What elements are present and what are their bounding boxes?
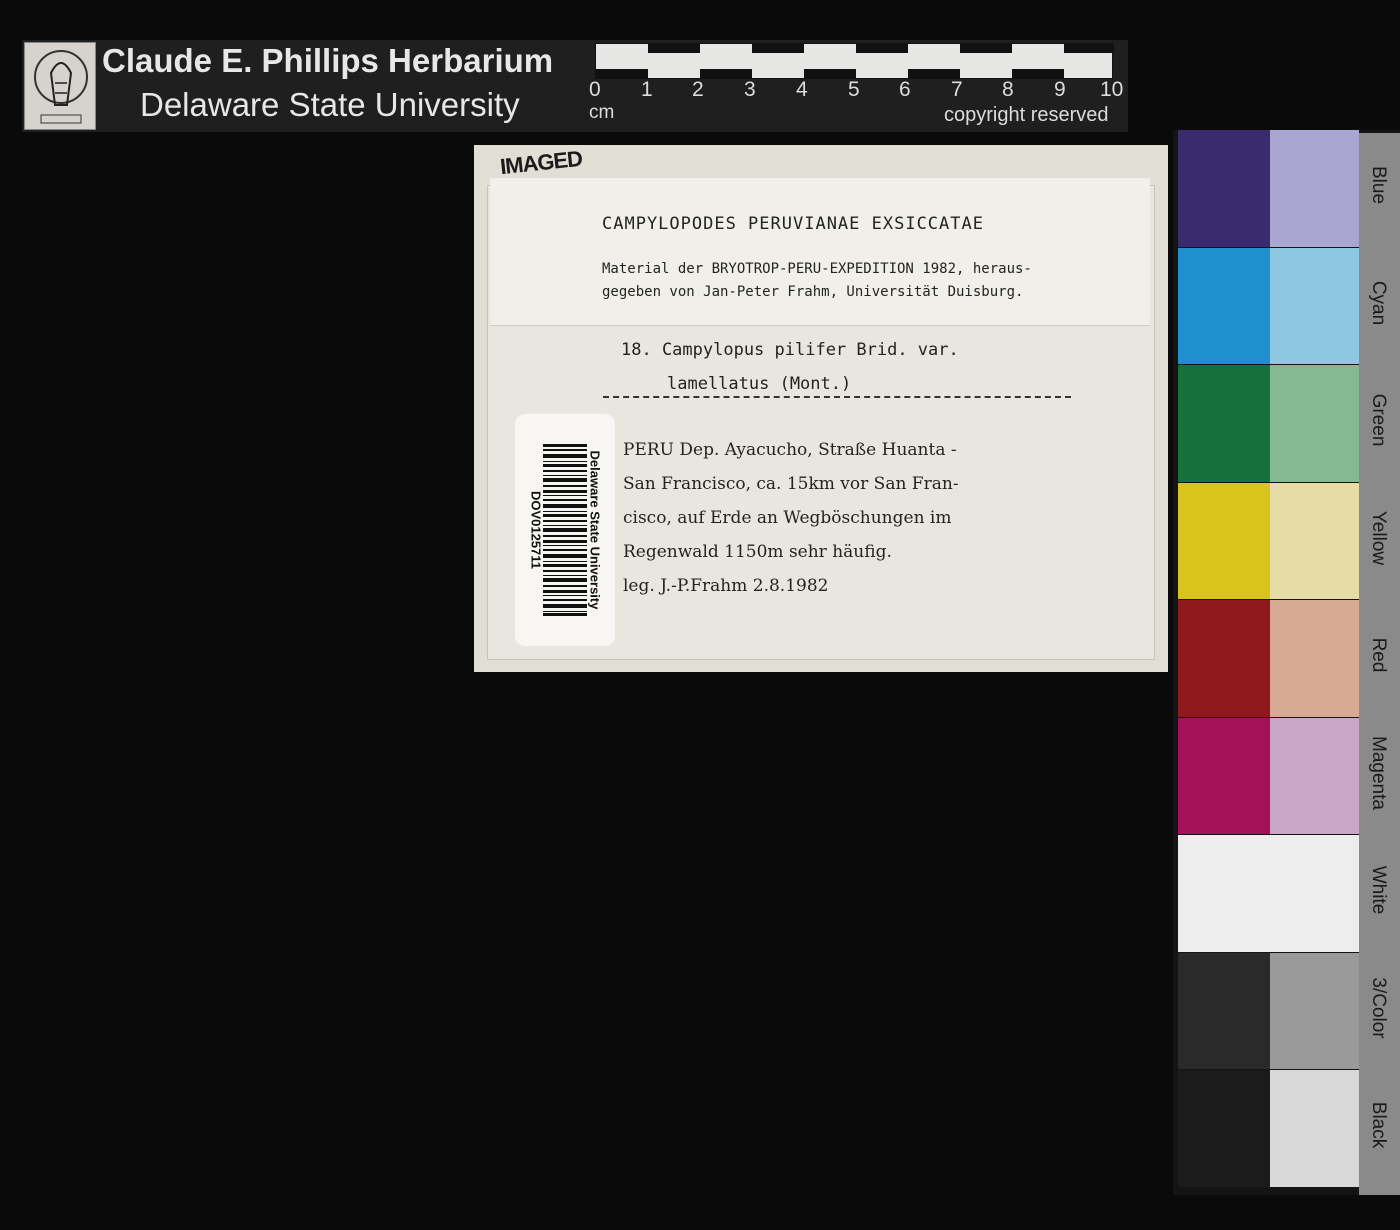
scale-ruler <box>595 43 1114 79</box>
swatch-green-dark <box>1178 365 1270 482</box>
collector-line: leg. J.-P.Frahm 2.8.1982 <box>623 576 829 596</box>
swatch-cyan-light <box>1270 247 1359 364</box>
ruler-tick-1: 1 <box>641 78 653 101</box>
species-line-2: lamellatus (Mont.) <box>667 374 852 394</box>
herbarium-seal-icon <box>34 50 88 124</box>
ruler-tick-5: 5 <box>848 78 860 101</box>
swatch-magenta-dark <box>1178 717 1270 834</box>
swatch-label: Red <box>1368 637 1389 673</box>
swatch-white-dark <box>1178 835 1359 952</box>
material-line-1: Material der BRYOTROP-PERU-EXPEDITION 19… <box>602 261 1032 277</box>
swatch-label: Magenta <box>1368 735 1389 810</box>
barcode-icon <box>543 444 587 616</box>
swatch-label: Black <box>1368 1101 1389 1149</box>
ruler-unit: cm <box>589 102 615 123</box>
material-line-2: gegeben von Jan-Peter Frahm, Universität… <box>602 284 1024 300</box>
exsiccatae-heading: CAMPYLOPODES PERUVIANAE EXSICCATAE <box>602 214 984 234</box>
locality-line-4: Regenwald 1150m sehr häufig. <box>623 542 892 562</box>
locality-line-3: cisco, auf Erde an Wegböschungen im <box>623 508 952 528</box>
swatch-yellow-dark <box>1178 482 1270 599</box>
ruler-tick-2: 2 <box>692 78 704 101</box>
label-divider <box>603 396 1071 398</box>
swatch-3-color-light <box>1270 952 1359 1069</box>
locality-line-2: San Francisco, ca. 15km vor San Fran- <box>623 474 959 494</box>
ruler-tick-7: 7 <box>951 78 963 101</box>
ruler-tick-3: 3 <box>744 78 756 101</box>
swatch-black-light <box>1270 1070 1359 1187</box>
ruler-tick-4: 4 <box>796 78 808 101</box>
species-line-1: 18. Campylopus pilifer Brid. var. <box>621 340 959 360</box>
swatch-red-dark <box>1178 600 1270 717</box>
swatch-label: White <box>1368 865 1389 915</box>
herbarium-logo <box>24 42 96 130</box>
swatch-label: Yellow <box>1368 510 1389 565</box>
swatch-black-dark <box>1178 1070 1270 1187</box>
copyright-notice: copyright reserved <box>944 104 1109 126</box>
locality-line-1: PERU Dep. Ayacucho, Straße Huanta - <box>623 440 957 460</box>
ruler-tick-10: 10 <box>1100 78 1124 101</box>
ruler-tick-0: 0 <box>589 78 601 101</box>
university-name: Delaware State University <box>140 86 520 123</box>
swatch-green-light <box>1270 365 1359 482</box>
swatch-blue-light <box>1270 130 1359 247</box>
barcode-number: DOV0125711 <box>528 490 544 570</box>
swatch-label: Blue <box>1368 165 1389 205</box>
ruler-tick-8: 8 <box>1002 78 1014 101</box>
envelope-flap <box>490 178 1150 326</box>
swatch-label: Green <box>1368 393 1389 447</box>
ruler-tick-6: 6 <box>899 78 911 101</box>
swatch-red-light <box>1270 600 1359 717</box>
swatch-cyan-dark <box>1178 247 1270 364</box>
swatch-3-color-dark <box>1178 952 1270 1069</box>
swatch-magenta-light <box>1270 717 1359 834</box>
ruler-tick-9: 9 <box>1054 78 1066 101</box>
swatch-blue-dark <box>1178 130 1270 247</box>
swatch-yellow-light <box>1270 482 1359 599</box>
swatch-label: 3/Color <box>1368 976 1389 1039</box>
herbarium-name: Claude E. Phillips Herbarium <box>102 42 554 79</box>
barcode-institution: Delaware State University <box>587 450 603 610</box>
swatch-label: Cyan <box>1368 280 1389 325</box>
